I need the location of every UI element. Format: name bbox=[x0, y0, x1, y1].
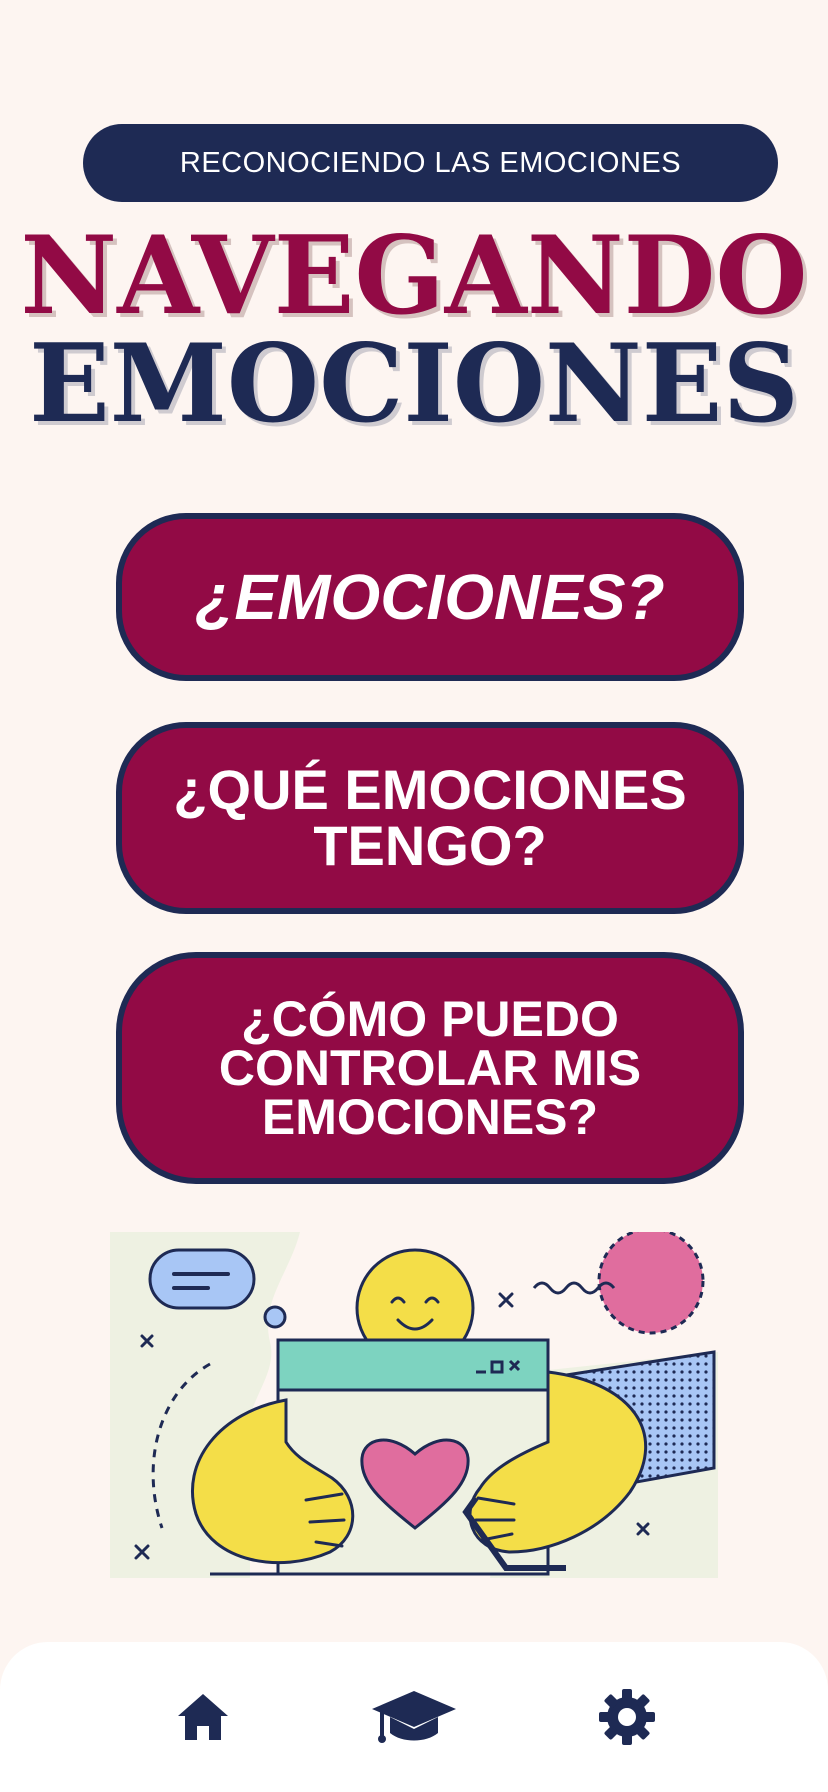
subtitle-text: RECONOCIENDO LAS EMOCIONES bbox=[179, 146, 682, 179]
app-title-line1: NAVEGANDO bbox=[20, 213, 808, 339]
nav-settings[interactable] bbox=[567, 1642, 687, 1792]
home-icon bbox=[178, 1694, 228, 1740]
what-emotions-button[interactable]: ¿QUÉ EMOCIONES TENGO? bbox=[116, 722, 744, 914]
control-emotions-button-label: ¿CÓMO PUEDO CONTROLAR MIS EMOCIONES? bbox=[218, 990, 642, 1145]
hug-illustration bbox=[110, 1232, 718, 1578]
bottom-nav bbox=[0, 1642, 828, 1792]
graduation-cap-icon bbox=[372, 1691, 456, 1743]
app-title-line2: EMOCIONES bbox=[29, 321, 799, 447]
emotions-button-label: ¿EMOCIONES? bbox=[195, 561, 665, 633]
control-emotions-button[interactable]: ¿CÓMO PUEDO CONTROLAR MIS EMOCIONES? bbox=[116, 952, 744, 1184]
subtitle-banner: RECONOCIENDO LAS EMOCIONES bbox=[83, 124, 778, 202]
speech-bubble-icon bbox=[148, 1248, 256, 1310]
gear-icon bbox=[599, 1689, 655, 1745]
nav-learn[interactable] bbox=[354, 1642, 474, 1792]
nav-home[interactable] bbox=[143, 1642, 263, 1792]
what-emotions-button-label: ¿QUÉ EMOCIONES TENGO? bbox=[173, 758, 687, 877]
emotions-button[interactable]: ¿EMOCIONES? bbox=[116, 513, 744, 681]
